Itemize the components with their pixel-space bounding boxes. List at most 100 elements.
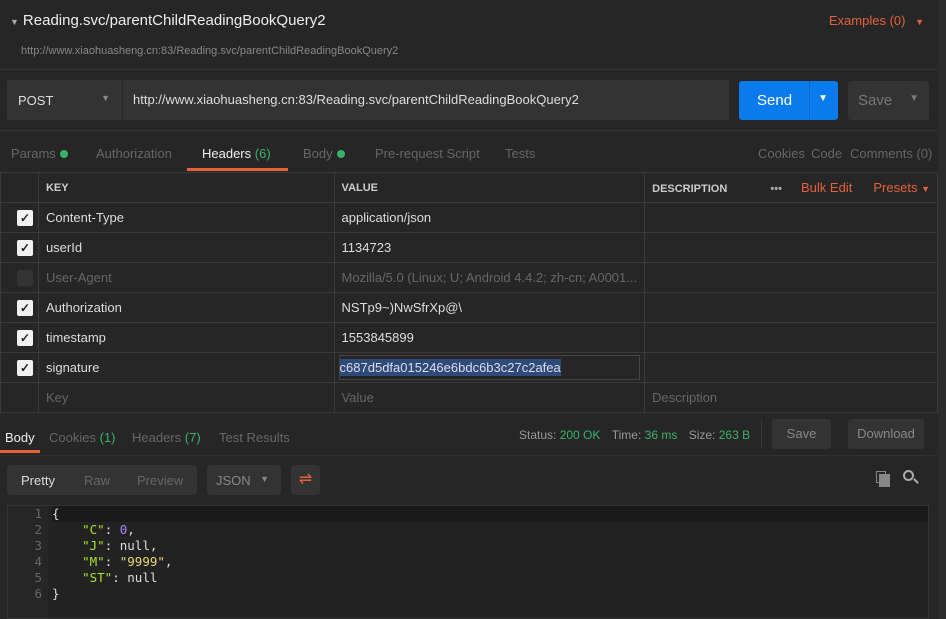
- cookies-count: (1): [99, 430, 116, 445]
- line-number: 2: [34, 522, 42, 537]
- comments-link[interactable]: Comments (0): [850, 146, 932, 161]
- response-body-editor[interactable]: 1 2 3 4 5 6 { "C": 0, "J": null, "M": "9…: [7, 505, 929, 619]
- code-line: "J": null,: [82, 538, 158, 553]
- bulk-edit-link[interactable]: Bulk Edit: [801, 180, 852, 195]
- new-value-input[interactable]: Value: [333, 382, 646, 413]
- header-value[interactable]: application/json: [333, 202, 646, 233]
- row-checkbox[interactable]: ✓: [17, 209, 33, 226]
- new-key-input[interactable]: Key: [37, 382, 335, 413]
- new-description-input[interactable]: Description: [644, 382, 938, 413]
- wrap-lines-icon[interactable]: ⇌: [291, 465, 320, 495]
- save-button[interactable]: Save ▼: [848, 81, 929, 120]
- tab-body[interactable]: Body: [303, 146, 345, 161]
- caret-down-icon: ▼: [921, 184, 930, 194]
- row-checkbox[interactable]: [17, 269, 33, 286]
- tab-headers[interactable]: Headers (6): [202, 146, 271, 161]
- tab-authorization[interactable]: Authorization: [96, 146, 172, 161]
- row-checkbox[interactable]: ✓: [17, 359, 33, 376]
- request-url-display: http://www.xiaohuasheng.cn:83/Reading.sv…: [21, 45, 399, 57]
- header-value[interactable]: Mozilla/5.0 (Linux; U; Android 4.4.2; zh…: [333, 262, 646, 293]
- row-checkbox[interactable]: ✓: [17, 299, 33, 316]
- key-column-header: KEY: [37, 172, 335, 203]
- examples-label: Examples (0): [828, 13, 906, 28]
- code-line: "M": "9999",: [82, 554, 173, 569]
- save-response-button[interactable]: Save: [772, 419, 831, 449]
- line-numbers: 1 2 3 4 5 6: [8, 506, 48, 618]
- download-button[interactable]: Download: [848, 419, 924, 449]
- header-value[interactable]: 1134723: [333, 232, 646, 263]
- url-input[interactable]: http://www.xiaohuasheng.cn:83/Reading.sv…: [123, 80, 729, 120]
- tab-pre-request-script[interactable]: Pre-request Script: [375, 146, 480, 161]
- header-key[interactable]: Authorization: [37, 292, 335, 323]
- tab-params[interactable]: Params: [11, 146, 68, 161]
- header-key[interactable]: userId: [37, 232, 335, 263]
- response-meta: Status: 200 OK Time: 36 ms Size: 263 B: [519, 428, 750, 442]
- divider: [809, 81, 810, 120]
- header-description[interactable]: [644, 202, 938, 233]
- tab-label: Body: [303, 146, 333, 161]
- row-checkbox[interactable]: ✓: [17, 239, 33, 256]
- json-key: "J": [82, 538, 105, 553]
- header-description[interactable]: [644, 232, 938, 263]
- headers-count: (6): [254, 146, 271, 161]
- examples-dropdown[interactable]: Examples (0) ▼: [829, 13, 924, 28]
- header-key[interactable]: Content-Type: [37, 202, 335, 233]
- divider: [0, 69, 946, 70]
- language-select[interactable]: JSON ▼: [207, 465, 281, 495]
- json-key: "C": [82, 522, 105, 537]
- response-tab-body[interactable]: Body: [5, 430, 35, 445]
- format-pretty[interactable]: Pretty: [21, 473, 55, 488]
- tab-tests[interactable]: Tests: [505, 146, 535, 161]
- row-checkbox[interactable]: ✓: [17, 329, 33, 346]
- header-key[interactable]: User-Agent: [37, 262, 335, 293]
- header-value-input[interactable]: c687d5dfa015246e6bdc6b3c27c2afea: [338, 355, 641, 380]
- header-value[interactable]: 1553845899: [333, 322, 646, 353]
- header-description[interactable]: [644, 292, 938, 323]
- json-string: "9999": [119, 554, 165, 569]
- code-line: "ST": null: [82, 570, 158, 585]
- header-key[interactable]: timestamp: [37, 322, 335, 353]
- send-label: Send: [757, 92, 793, 109]
- send-options-caret-icon[interactable]: ▼: [818, 93, 828, 104]
- request-title[interactable]: ▼ Reading.svc/parentChildReadingBookQuery…: [10, 12, 326, 29]
- table-row: ✓ Content-Type application/json: [0, 202, 938, 233]
- table-row: ✓ signature c687d5dfa015246e6bdc6b3c27c2af…: [0, 352, 938, 383]
- brace: }: [52, 586, 60, 601]
- empty-cell: [0, 382, 39, 413]
- header-description[interactable]: [644, 352, 938, 383]
- header-description[interactable]: [644, 262, 938, 293]
- header-description[interactable]: [644, 322, 938, 353]
- scrollbar[interactable]: [938, 0, 946, 619]
- table-row: User-Agent Mozilla/5.0 (Linux; U; Android…: [0, 262, 938, 293]
- time-value: 36 ms: [644, 428, 678, 442]
- response-tab-cookies[interactable]: Cookies (1): [49, 430, 115, 445]
- code-line: }: [52, 586, 928, 602]
- method-select[interactable]: POST ▼: [7, 80, 122, 120]
- tab-label: Headers: [132, 430, 182, 445]
- brace: {: [52, 506, 60, 521]
- format-raw[interactable]: Raw: [84, 473, 110, 488]
- json-null: null: [119, 538, 150, 553]
- table-header: KEY VALUE DESCRIPTION ••• Bulk Edit Pres…: [0, 172, 938, 203]
- line-number: 1: [34, 506, 42, 521]
- status-label: Status:: [519, 428, 557, 442]
- cookies-link[interactable]: Cookies: [758, 146, 805, 161]
- response-tab-headers[interactable]: Headers (7): [132, 430, 201, 445]
- save-options-caret-icon[interactable]: ▼: [909, 93, 919, 104]
- code-link[interactable]: Code: [811, 146, 842, 161]
- more-options-icon[interactable]: •••: [770, 183, 782, 195]
- search-icon[interactable]: [903, 470, 919, 484]
- table-row: ✓ timestamp 1553845899: [0, 322, 938, 353]
- presets-dropdown[interactable]: Presets ▼: [873, 180, 930, 195]
- response-tab-test-results[interactable]: Test Results: [219, 430, 290, 445]
- size-label: Size:: [688, 428, 716, 442]
- code-line: "C": 0,: [82, 522, 135, 537]
- collapse-triangle-icon[interactable]: ▼: [10, 17, 19, 27]
- table-row: ✓ Authorization NSTp9~)NwSfrXp@\: [0, 292, 938, 323]
- divider: [0, 455, 946, 456]
- copy-icon[interactable]: [876, 471, 890, 487]
- send-button[interactable]: Send ▼: [739, 81, 838, 120]
- header-key[interactable]: signature: [37, 352, 335, 383]
- format-preview[interactable]: Preview: [137, 473, 183, 488]
- header-value[interactable]: NSTp9~)NwSfrXp@\: [333, 292, 646, 323]
